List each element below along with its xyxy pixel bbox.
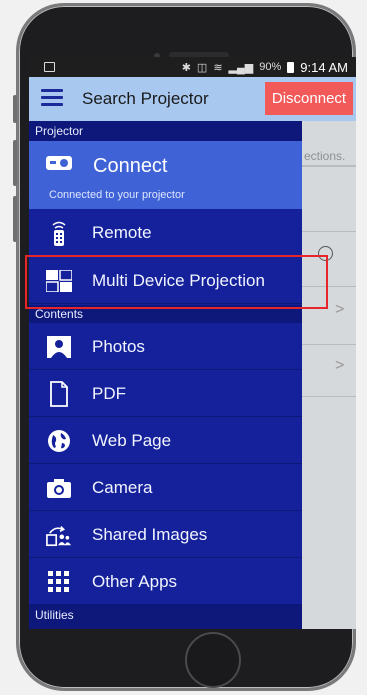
phone-screen: ✱ ◫ ≋ ▂▄▆ 90% 9:14 AM Search Projector D… bbox=[29, 57, 356, 629]
menu-item-remote[interactable]: Remote bbox=[29, 209, 302, 256]
status-bar: ✱ ◫ ≋ ▂▄▆ 90% 9:14 AM bbox=[29, 57, 356, 77]
signal-icon: ▂▄▆ bbox=[228, 61, 254, 74]
photos-icon bbox=[46, 334, 72, 360]
chevron-right-icon: > bbox=[335, 301, 345, 318]
bg-row bbox=[301, 396, 356, 397]
app-bar: Search Projector Disconnect bbox=[29, 77, 356, 121]
mute-switch bbox=[13, 95, 17, 123]
menu-item-label: Other Apps bbox=[92, 572, 178, 591]
highlight-box bbox=[25, 255, 328, 309]
wifi-icon: ≋ bbox=[213, 61, 223, 74]
menu-item-label: PDF bbox=[92, 384, 126, 403]
shared-images-icon bbox=[46, 522, 72, 548]
bg-row bbox=[301, 166, 356, 167]
remote-icon bbox=[46, 220, 72, 246]
battery-icon bbox=[287, 61, 295, 73]
menu-item-camera[interactable]: Camera bbox=[29, 464, 302, 511]
menu-item-label: Camera bbox=[92, 478, 153, 497]
notification-icon bbox=[44, 62, 55, 72]
clock: 9:14 AM bbox=[300, 59, 348, 75]
mute-icon: ◫ bbox=[196, 61, 208, 74]
battery-percent: 90% bbox=[259, 61, 282, 73]
bg-row bbox=[301, 344, 356, 345]
other-apps-icon bbox=[46, 569, 72, 595]
menu-item-photos[interactable]: Photos bbox=[29, 323, 302, 370]
pdf-icon bbox=[46, 381, 72, 407]
connect-item[interactable]: Connect Connected to your projector bbox=[29, 141, 302, 209]
section-projector: Projector bbox=[29, 121, 302, 141]
page-title: Search Projector bbox=[82, 89, 209, 108]
camera-icon bbox=[46, 475, 72, 501]
menu-item-pdf[interactable]: PDF bbox=[29, 370, 302, 417]
volume-down-button bbox=[13, 196, 17, 242]
volume-up-button bbox=[13, 140, 17, 186]
bg-row-text: ections. bbox=[304, 149, 346, 163]
home-button[interactable] bbox=[185, 632, 241, 688]
bluetooth-icon: ✱ bbox=[181, 61, 191, 74]
connect-status: Connected to your projector bbox=[49, 189, 185, 201]
menu-item-label: Photos bbox=[92, 337, 145, 356]
chevron-right-icon: > bbox=[335, 357, 345, 374]
menu-item-other-apps[interactable]: Other Apps bbox=[29, 558, 302, 605]
menu-item-web-page[interactable]: Web Page bbox=[29, 417, 302, 464]
projector-icon bbox=[46, 156, 72, 170]
bg-row bbox=[301, 231, 356, 232]
menu-item-label: Web Page bbox=[92, 431, 172, 450]
connect-label: Connect bbox=[93, 155, 168, 177]
menu-item-label: Shared Images bbox=[92, 525, 208, 544]
navigation-drawer: Projector Connect Connected to your proj… bbox=[29, 121, 302, 629]
disconnect-button[interactable]: Disconnect bbox=[265, 82, 353, 115]
menu-item-shared-images[interactable]: Shared Images bbox=[29, 511, 302, 558]
menu-icon[interactable] bbox=[41, 89, 63, 107]
section-utilities: Utilities bbox=[29, 605, 302, 629]
web-page-icon bbox=[46, 428, 72, 454]
menu-item-label: Remote bbox=[92, 223, 152, 242]
